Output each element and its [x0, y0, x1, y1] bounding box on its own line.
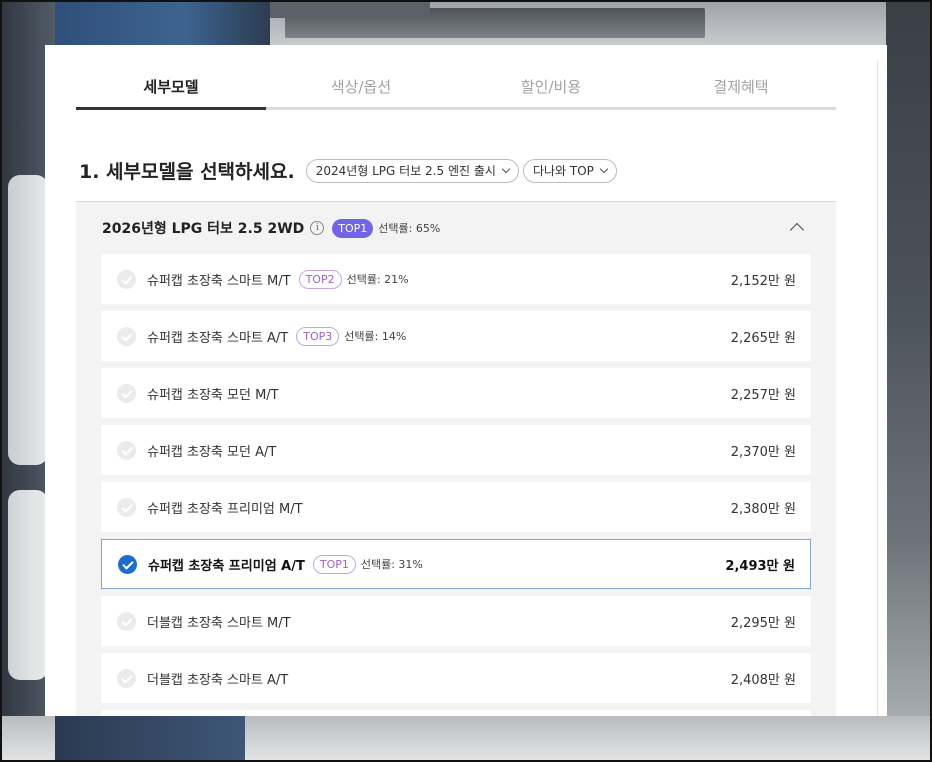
sort-filter-label: 다나와 TOP [532, 164, 594, 178]
tab-discount-cost[interactable]: 할인/비용 [456, 65, 646, 107]
check-circle-icon[interactable] [117, 668, 136, 688]
section-title: 1. 세부모델을 선택하세요. [79, 161, 295, 183]
trim-row[interactable]: 더블캡 초장축 스마트 M/T 2,295만 원 [101, 596, 811, 646]
sort-filter-dropdown[interactable]: 다나와 TOP [522, 158, 617, 183]
trim-row[interactable]: 슈퍼캡 초장축 스마트 A/T TOP3 선택률: 14% 2,265만 원 [101, 311, 811, 361]
year-filter-dropdown[interactable]: 2024년형 LPG 터보 2.5 엔진 출시 [305, 158, 519, 183]
trim-name: 더블캡 초장축 스마트 A/T [147, 672, 289, 688]
trim-group-header[interactable]: 2026년형 LPG 터보 2.5 2WD i TOP1 선택률: 65% [76, 202, 836, 254]
top-badge: TOP1 [332, 218, 374, 238]
trim-price: 2,380만 원 [730, 501, 796, 517]
trim-name: 슈퍼캡 초장축 스마트 M/T [147, 273, 291, 289]
selection-rate: 선택률: 14% [344, 330, 407, 343]
trim-price: 2,295만 원 [730, 615, 796, 631]
chevron-down-icon [501, 164, 511, 173]
model-selection-panel: 세부모델 색상/옵션 할인/비용 결제혜택 1. 세부모델을 선택하세요. 20… [45, 45, 887, 716]
selection-rate: 선택률: 65% [378, 222, 441, 235]
trim-name: 더블캡 초장축 스마트 M/T [147, 615, 291, 631]
check-circle-icon[interactable] [117, 611, 136, 631]
trim-name: 슈퍼캡 초장축 모던 A/T [147, 444, 277, 460]
trim-row[interactable]: 슈퍼캡 초장축 모던 A/T 2,370만 원 [101, 425, 811, 475]
trim-row[interactable]: 더블캡 초장축 스마트 A/T 2,408만 원 [101, 653, 811, 703]
trim-name: 슈퍼캡 초장축 프리미엄 A/T [148, 558, 305, 574]
top-badge: TOP3 [296, 326, 340, 346]
trim-row-partial[interactable] [101, 710, 811, 716]
group-title: 2026년형 LPG 터보 2.5 2WD [102, 221, 305, 237]
section-header: 1. 세부모델을 선택하세요. 2024년형 LPG 터보 2.5 엔진 출시 … [79, 157, 621, 184]
tab-color-options[interactable]: 색상/옵션 [266, 65, 456, 107]
top-badge: TOP1 [312, 554, 356, 574]
trim-row[interactable]: 슈퍼캡 초장축 모던 M/T 2,257만 원 [101, 368, 811, 418]
year-filter-label: 2024년형 LPG 터보 2.5 엔진 출시 [315, 164, 496, 178]
trim-price: 2,152만 원 [730, 273, 796, 289]
chevron-down-icon [599, 164, 609, 173]
check-circle-icon[interactable] [117, 383, 136, 403]
trim-price: 2,493만 원 [725, 558, 795, 574]
tab-payment-benefits[interactable]: 결제혜택 [646, 65, 836, 107]
trim-name: 슈퍼캡 초장축 모던 M/T [147, 387, 279, 403]
selection-rate: 선택률: 31% [360, 558, 423, 571]
check-circle-icon[interactable] [117, 326, 136, 346]
scrollbar[interactable] [877, 60, 887, 716]
trim-name: 슈퍼캡 초장축 스마트 A/T [147, 330, 289, 346]
trim-group: 2026년형 LPG 터보 2.5 2WD i TOP1 선택률: 65% 슈퍼… [76, 201, 836, 716]
trim-price: 2,265만 원 [730, 330, 796, 346]
info-icon[interactable]: i [310, 221, 325, 235]
trim-price: 2,408만 원 [730, 672, 796, 688]
trim-price: 2,257만 원 [730, 387, 796, 403]
selection-rate: 선택률: 21% [346, 273, 409, 286]
trim-row[interactable]: 슈퍼캡 초장축 프리미엄 M/T 2,380만 원 [101, 482, 811, 532]
check-circle-icon[interactable] [117, 440, 136, 460]
trim-row[interactable]: 슈퍼캡 초장축 스마트 M/T TOP2 선택률: 21% 2,152만 원 [101, 254, 811, 304]
check-circle-icon[interactable] [117, 497, 136, 517]
trim-name: 슈퍼캡 초장축 프리미엄 M/T [147, 501, 303, 517]
trim-row-selected[interactable]: 슈퍼캡 초장축 프리미엄 A/T TOP1 선택률: 31% 2,493만 원 [101, 539, 811, 589]
check-circle-icon[interactable] [118, 554, 137, 574]
tab-detail-model[interactable]: 세부모델 [76, 65, 266, 110]
check-circle-icon[interactable] [117, 269, 136, 289]
top-badge: TOP2 [298, 269, 342, 289]
step-tabs: 세부모델 색상/옵션 할인/비용 결제혜택 [76, 65, 836, 110]
trim-price: 2,370만 원 [730, 444, 796, 460]
chevron-up-icon[interactable] [789, 222, 805, 238]
